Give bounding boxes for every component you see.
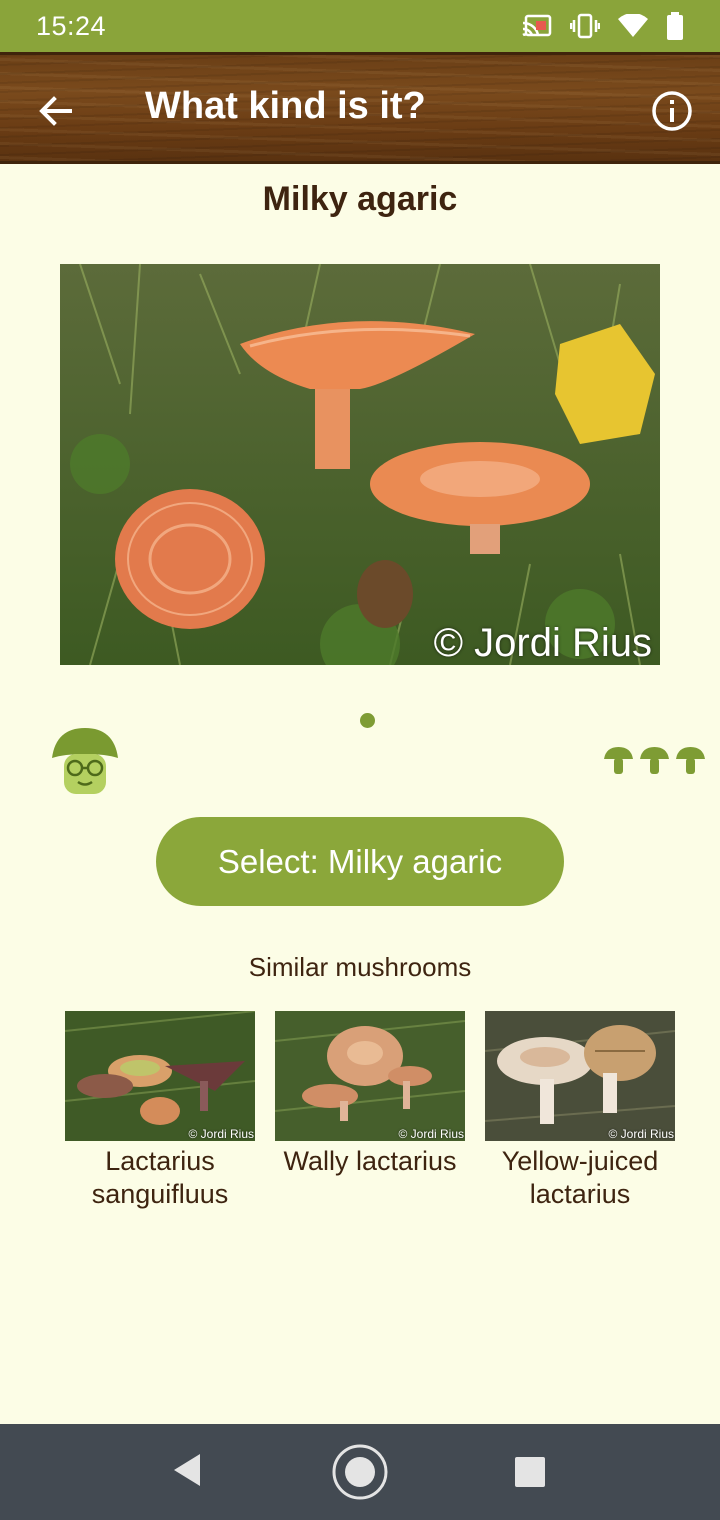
- mushroom-icon: [604, 747, 633, 774]
- mushroom-photo-image: © Jordi Rius: [60, 264, 660, 665]
- mushroom-photo[interactable]: © Jordi Rius: [60, 264, 660, 665]
- difficulty-indicator: [603, 745, 706, 775]
- similar-mushroom-thumbnail[interactable]: © Jordi Rius: [275, 1011, 465, 1141]
- system-navigation-bar: [0, 1424, 720, 1520]
- info-icon: [652, 91, 692, 131]
- select-mushroom-button[interactable]: Select: Milky agaric: [156, 817, 564, 906]
- similar-mushroom-name: Lactarius sanguifluus: [91, 1146, 229, 1209]
- similar-mushroom-thumbnail[interactable]: © Jordi Rius: [65, 1011, 255, 1141]
- app-bar: What kind is it?: [0, 52, 720, 164]
- similar-mushroom-item[interactable]: © Jordi Rius Yellow-juiced lactarius: [480, 1011, 680, 1211]
- mushroom-icon: [676, 747, 705, 774]
- triangle-back-icon: [174, 1454, 200, 1486]
- status-bar: 15:24: [0, 0, 720, 52]
- similar-mushroom-thumbnail[interactable]: © Jordi Rius: [485, 1011, 675, 1141]
- mushroom-icon: [640, 747, 669, 774]
- similar-mushroom-item[interactable]: © Jordi Rius Lactarius sanguifluus: [60, 1011, 260, 1211]
- circle-home-icon: [332, 1444, 388, 1500]
- thumbnail-credit: © Jordi Rius: [608, 1127, 674, 1141]
- battery-icon: [666, 12, 684, 40]
- similar-mushrooms-title: Similar mushrooms: [248, 952, 472, 982]
- mascot-icon: [48, 724, 122, 798]
- nav-home-button[interactable]: [331, 1443, 389, 1506]
- similar-mushrooms-list: © Jordi Rius Lactarius sanguifluus © Jor…: [60, 1011, 675, 1211]
- carousel-indicator-dot: [360, 713, 375, 728]
- similar-mushroom-item[interactable]: © Jordi Rius Wally lactarius: [270, 1011, 470, 1211]
- cast-icon: [522, 14, 552, 38]
- back-button[interactable]: [36, 91, 76, 131]
- similar-mushroom-name: Yellow-juiced lactarius: [501, 1146, 659, 1209]
- photo-credit: © Jordi Rius: [434, 621, 652, 665]
- page-title: What kind is it?: [145, 85, 426, 127]
- mushroom-name: Milky agaric: [262, 180, 458, 218]
- similar-mushroom-name: Wally lactarius: [283, 1146, 457, 1176]
- thumbnail-credit: © Jordi Rius: [398, 1127, 464, 1141]
- status-icons: [522, 12, 684, 40]
- thumbnail-credit: © Jordi Rius: [188, 1127, 254, 1141]
- info-button[interactable]: [650, 89, 694, 133]
- nav-back-button[interactable]: [168, 1450, 204, 1495]
- wifi-icon: [618, 14, 648, 38]
- status-time: 15:24: [36, 10, 107, 41]
- vibrate-icon: [570, 13, 600, 39]
- arrow-left-icon: [39, 96, 72, 126]
- nav-recents-button[interactable]: [515, 1457, 545, 1487]
